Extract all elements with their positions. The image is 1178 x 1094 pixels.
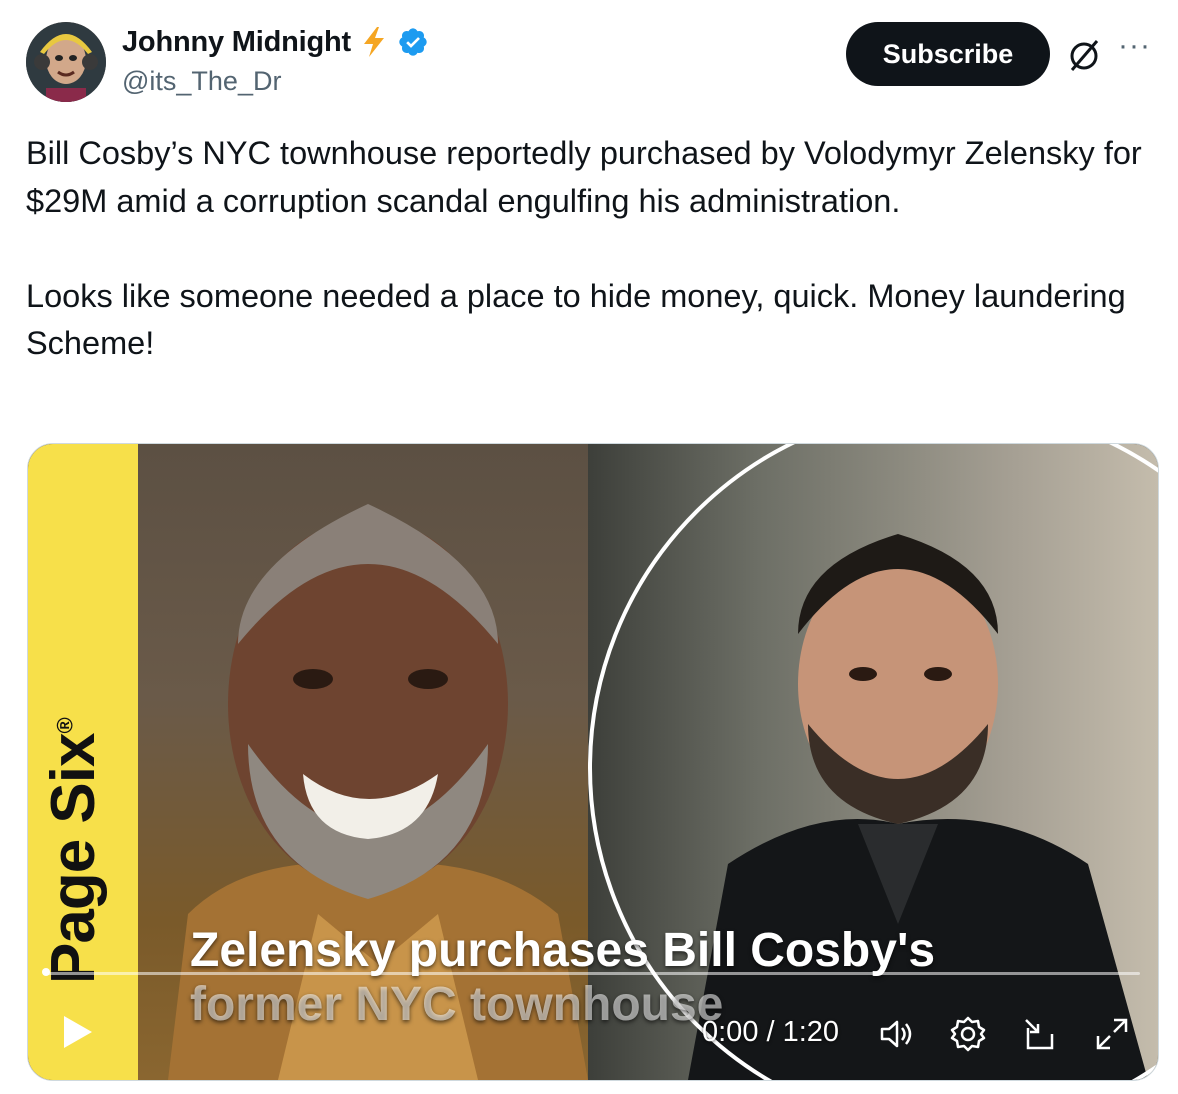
tweet-paragraph-1: Bill Cosby’s NYC townhouse reportedly pu… <box>26 135 1142 219</box>
settings-icon[interactable] <box>948 1014 988 1054</box>
video-caption-line-1: Zelensky purchases Bill Cosby's <box>190 924 936 977</box>
avatar-image <box>26 22 106 102</box>
video-progress-handle[interactable] <box>42 968 50 976</box>
page-six-strip: Page Six® <box>28 444 138 1080</box>
grok-icon[interactable] <box>1064 36 1104 76</box>
tweet-paragraph-2: Looks like someone needed a place to hid… <box>26 277 1126 362</box>
more-options-button[interactable]: ··· <box>1118 31 1158 66</box>
fullscreen-icon[interactable] <box>1092 1014 1132 1054</box>
author-name-row[interactable]: Johnny Midnight <box>122 24 429 60</box>
video-player[interactable]: Page Six® Zelensky purchases Bill Cosby'… <box>27 443 1159 1081</box>
play-icon[interactable] <box>56 1012 96 1052</box>
author-name[interactable]: Johnny Midnight <box>122 26 351 59</box>
volume-icon[interactable] <box>876 1014 916 1054</box>
video-progress-bar[interactable] <box>44 972 1140 975</box>
video-time: 0:00 / 1:20 <box>702 1016 840 1048</box>
pip-icon[interactable] <box>1020 1014 1060 1054</box>
author-handle[interactable]: @its_The_Dr <box>122 66 281 97</box>
lightning-bolt-icon <box>359 26 389 58</box>
subscribe-button[interactable]: Subscribe <box>846 22 1050 86</box>
page-six-logo: Page Six® <box>39 718 108 984</box>
tweet-text: Bill Cosby’s NYC townhouse reportedly pu… <box>26 130 1146 368</box>
author-avatar[interactable] <box>26 22 106 102</box>
verified-badge-icon <box>397 26 429 58</box>
